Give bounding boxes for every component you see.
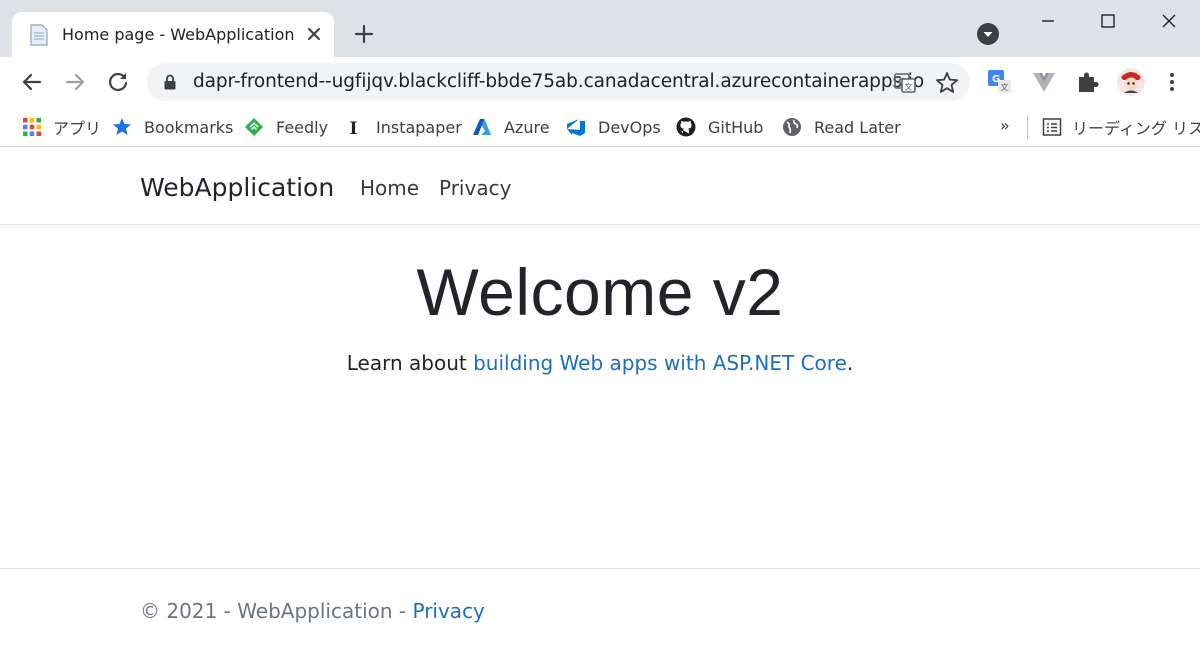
svg-text:I: I [350,119,358,137]
learn-about-text: Learn about building Web apps with ASP.N… [0,351,1200,375]
bookmark-azure[interactable]: Azure [472,114,550,140]
bookmark-label: Read Later [814,117,901,137]
bookmark-label: Bookmarks [144,117,234,137]
azure-icon [473,119,491,135]
web-page: WebApplication Home Privacy Welcome v2 L… [0,148,1200,646]
site-navbar: WebApplication Home Privacy [0,148,1200,225]
github-icon [676,117,696,137]
reading-list-label: リーディング リスト [1072,119,1200,138]
page-heading: Welcome v2 [416,255,784,329]
bookmark-feedly[interactable]: Feedly [244,114,328,140]
globe-icon [783,118,801,136]
url-text[interactable]: dapr-frontend--ugfijqv.blackcliff-bbde75… [193,71,924,92]
feedly-icon [245,118,263,136]
tab-search-chevron-icon[interactable] [976,22,1000,46]
bookmark-label: Feedly [276,117,329,137]
bookmark-star-icon[interactable] [934,70,960,96]
star-icon [113,118,131,135]
vue-devtools-extension-icon[interactable] [1030,68,1058,96]
nav-link-home[interactable]: Home [360,176,419,200]
svg-text:文: 文 [905,82,913,92]
bookmark-instapaper[interactable]: I Instapaper [344,114,462,140]
browser-toolbar: dapr-frontend--ugfijqv.blackcliff-bbde75… [0,57,1200,107]
learn-suffix: . [846,351,854,375]
back-arrow-icon[interactable] [18,68,46,96]
close-tab-icon[interactable] [302,22,326,46]
bookmarks-overflow-chevron[interactable]: » [1000,116,1010,135]
profile-avatar-icon[interactable] [1116,67,1146,97]
bookmark-label: Instapaper [376,117,462,137]
google-translate-extension-icon[interactable]: G 文 [986,68,1014,96]
devops-icon [567,119,585,136]
instapaper-icon: I [350,119,358,137]
tab-title: Home page - WebApplication [62,25,295,44]
bookmarks-bar: アプリ Bookmarks Feedly I Instapaper Azure … [0,107,1200,147]
browser-tab-active[interactable]: Home page - WebApplication [12,12,334,57]
translate-icon[interactable]: G 文 [893,71,917,95]
forward-arrow-icon[interactable] [61,68,89,96]
extensions-puzzle-icon[interactable] [1073,68,1101,96]
reload-icon[interactable] [104,68,132,96]
minimize-window-icon[interactable] [1032,6,1064,36]
bookmark-label: Azure [504,117,550,137]
aspnet-docs-link[interactable]: building Web apps with ASP.NET Core [473,351,847,375]
address-bar[interactable]: dapr-frontend--ugfijqv.blackcliff-bbde75… [147,63,970,101]
bookmark-github[interactable]: GitHub [676,114,763,140]
page-favicon-icon [30,24,48,46]
maximize-window-icon[interactable] [1092,6,1124,36]
bookmark-label: DevOps [598,117,661,137]
svg-text:文: 文 [1001,82,1009,92]
bookmark-apps[interactable]: アプリ [22,114,101,140]
bookmarks-divider [1027,115,1028,139]
reading-list-icon [1042,118,1062,136]
bookmark-label: GitHub [708,117,764,137]
bookmark-devops[interactable]: DevOps [566,114,661,140]
new-tab-plus-icon[interactable] [350,20,378,48]
chrome-menu-dots-icon[interactable] [1158,68,1186,96]
apps-grid-icon [23,118,41,136]
lock-icon[interactable] [161,73,179,91]
site-footer: © 2021 - WebApplication - Privacy [140,599,485,623]
bookmark-read-later[interactable]: Read Later [782,114,901,140]
bookmark-bookmarks[interactable]: Bookmarks [112,114,233,140]
reading-list-button[interactable]: リーディング リスト [1042,114,1200,140]
footer-divider [0,568,1200,569]
footer-copyright: © 2021 - WebApplication - [140,599,413,623]
site-brand-link[interactable]: WebApplication [140,173,334,202]
tab-strip: Home page - WebApplication [0,0,1200,57]
footer-privacy-link[interactable]: Privacy [412,599,484,623]
bookmark-label: アプリ [53,119,102,138]
learn-prefix: Learn about [346,351,474,375]
close-window-icon[interactable] [1153,6,1185,36]
nav-link-privacy[interactable]: Privacy [439,176,511,200]
